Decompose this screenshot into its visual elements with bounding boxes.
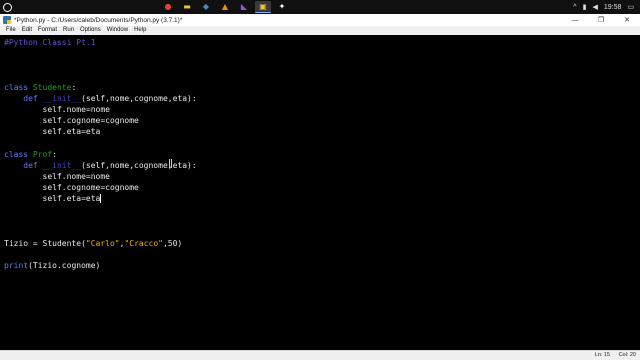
code-line[interactable]: self.cognome=cognome [4, 115, 197, 126]
python-file-icon [3, 16, 11, 24]
idle-icon[interactable]: ▣ [255, 1, 271, 13]
menu-run[interactable]: Run [60, 26, 77, 35]
menu-window[interactable]: Window [104, 26, 131, 35]
code-token: "Carlo" [85, 239, 120, 249]
chrome-icon[interactable]: ● [160, 1, 176, 13]
code-token: self.nome=nome [4, 105, 110, 115]
menu-file[interactable]: File [3, 26, 19, 35]
status-column: Col: 20 [618, 352, 636, 358]
code-token: self.eta=eta [4, 194, 101, 204]
code-line[interactable] [4, 205, 197, 216]
code-line[interactable]: print(Tizio.cognome) [4, 260, 197, 271]
code-token: def [23, 93, 43, 103]
minimize-button[interactable]: — [562, 14, 588, 26]
window-controls: — ❐ ✕ [562, 14, 640, 26]
taskbar-apps: ● ▬ ◆ ▲ ◣ ▣ ✦ [160, 0, 290, 14]
code-line[interactable] [4, 71, 197, 82]
code-line[interactable]: self.nome=nome [4, 104, 197, 115]
maximize-button[interactable]: ❐ [588, 14, 614, 26]
code-line[interactable] [4, 227, 197, 238]
code-line[interactable] [4, 59, 197, 70]
code-token: (self,nome,cognome,eta): [81, 93, 197, 103]
notifications-icon[interactable]: ▭ [627, 3, 634, 11]
code-token: __init__ [42, 160, 82, 170]
close-button[interactable]: ✕ [614, 14, 640, 26]
code-line[interactable]: class Studente: [4, 82, 197, 93]
code-token: self.nome=nome [4, 172, 110, 182]
menu-edit[interactable]: Edit [19, 26, 35, 35]
window-titlebar[interactable]: *Python.py - C:/Users/caleb/Documents/Py… [0, 14, 640, 26]
code-token: #Python Classi Pt.1 [4, 38, 96, 47]
system-tray: ^ ▮ ◀ 19:58 ▭ [573, 0, 634, 14]
network-icon[interactable]: ▮ [583, 3, 587, 11]
start-icon [2, 2, 12, 12]
code-line[interactable] [4, 138, 197, 149]
code-token: Tizio = Studente( [4, 239, 86, 249]
code-token: : [52, 149, 57, 159]
volume-icon[interactable]: ◀ [592, 3, 597, 11]
code-token: (Tizio.cognome) [28, 261, 101, 271]
status-bar: Ln: 15 Col: 20 [0, 350, 640, 360]
code-token: print [4, 261, 29, 271]
menu-format[interactable]: Format [35, 26, 60, 35]
text-cursor-icon [169, 159, 172, 168]
code-token: self.cognome=cognome [4, 183, 139, 193]
code-line[interactable]: #Python Classi Pt.1 [4, 37, 197, 48]
code-token: class [4, 82, 33, 92]
code-token: class [4, 149, 33, 159]
menu-help[interactable]: Help [131, 26, 149, 35]
code-line[interactable]: self.nome=nome [4, 171, 197, 182]
start-button[interactable] [0, 0, 14, 14]
code-token: "Cracco" [124, 239, 163, 249]
code-token: (self,nome,cognome,eta): [81, 160, 197, 170]
code-token: ,50) [162, 239, 183, 249]
code-token: Prof [32, 149, 53, 159]
vlc-icon[interactable]: ▲ [217, 1, 233, 13]
menu-bar: File Edit Format Run Options Window Help [0, 26, 640, 35]
app-icon[interactable]: ✦ [274, 1, 290, 13]
text-caret [100, 194, 102, 204]
chevron-up-icon[interactable]: ^ [573, 4, 576, 11]
code-token: Studente [32, 82, 72, 92]
code-token: : [71, 82, 77, 92]
code-line[interactable] [4, 48, 197, 59]
menu-options[interactable]: Options [77, 26, 104, 35]
code-token: self.eta=eta [4, 127, 101, 137]
code-line[interactable]: self.eta=eta [4, 193, 197, 204]
code-editor[interactable]: #Python Classi Pt.1 class Studente: def … [0, 35, 640, 350]
code-line[interactable]: Tizio = Studente("Carlo","Cracco",50) [4, 238, 197, 249]
code-token: def [23, 160, 43, 170]
code-token: self.cognome=cognome [4, 116, 139, 126]
code-line[interactable]: self.cognome=cognome [4, 182, 197, 193]
visual-studio-icon[interactable]: ◣ [236, 1, 252, 13]
code-line[interactable]: self.eta=eta [4, 126, 197, 137]
folder-icon[interactable]: ▬ [179, 1, 195, 13]
code-line[interactable]: class Prof: [4, 149, 197, 160]
python-icon[interactable]: ◆ [198, 1, 214, 13]
code-line[interactable]: def __init__(self,nome,cognome,eta): [4, 160, 197, 171]
status-line: Ln: 15 [594, 352, 610, 358]
taskbar: ● ▬ ◆ ▲ ◣ ▣ ✦ ^ ▮ ◀ 19:58 ▭ [0, 0, 640, 14]
code-token: __init__ [42, 93, 82, 103]
window-title: *Python.py - C:/Users/caleb/Documents/Py… [14, 16, 183, 24]
code-line[interactable] [4, 249, 197, 260]
code-line[interactable]: def __init__(self,nome,cognome,eta): [4, 93, 197, 104]
code-text[interactable]: #Python Classi Pt.1 class Studente: def … [4, 37, 197, 272]
code-line[interactable] [4, 216, 197, 227]
taskbar-clock[interactable]: 19:58 [604, 4, 622, 11]
